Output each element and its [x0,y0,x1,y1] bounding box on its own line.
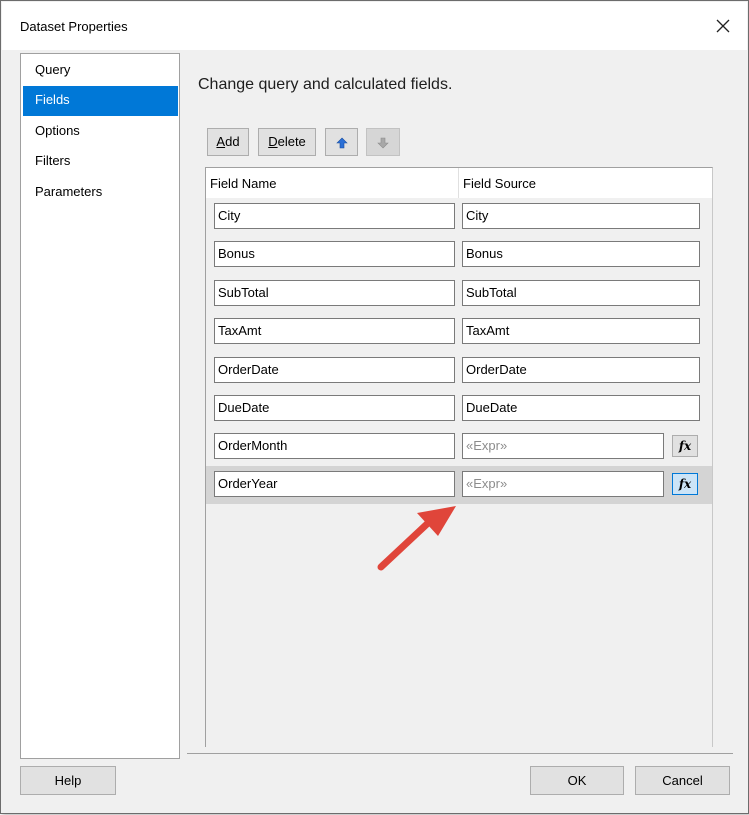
sidebar-item-parameters[interactable]: Parameters [23,178,178,208]
field-source-input[interactable]: TaxAmt [462,318,700,344]
close-button[interactable] [709,12,737,40]
ok-button[interactable]: OK [530,766,624,795]
field-source-expression[interactable]: «Expr» [462,471,664,497]
field-source-input[interactable]: Bonus [462,241,700,267]
dataset-properties-dialog: Dataset Properties Query Fields Options … [0,0,749,814]
sidebar-item-options[interactable]: Options [23,117,178,147]
field-source-input[interactable]: SubTotal [462,280,700,306]
expression-button[interactable]: fx [672,435,698,457]
cancel-button[interactable]: Cancel [635,766,730,795]
sidebar-item-query[interactable]: Query [23,56,178,86]
field-source-expression[interactable]: «Expr» [462,433,664,459]
delete-label: elete [277,134,306,149]
field-name-input[interactable]: TaxAmt [214,318,455,344]
delete-accelerator: D [268,134,278,149]
field-source-input[interactable]: DueDate [462,395,700,421]
field-source-input[interactable]: OrderDate [462,357,700,383]
column-header-field-source: Field Source [458,168,712,198]
sidebar-item-label: Query [35,62,71,77]
sidebar-item-label: Fields [35,92,70,107]
field-name-input[interactable]: OrderMonth [214,433,455,459]
add-label: dd [225,134,240,149]
add-button[interactable]: Add [207,128,249,156]
delete-button[interactable]: Delete [258,128,316,156]
sidebar-item-fields[interactable]: Fields [23,86,178,116]
arrow-down-icon [377,137,389,149]
fields-grid: Field Name Field Source City City Bonus … [205,167,713,747]
footer-divider [187,753,733,754]
field-name-input[interactable]: Bonus [214,241,455,267]
field-name-input[interactable]: DueDate [214,395,455,421]
close-icon [716,19,730,33]
help-button[interactable]: Help [20,766,116,795]
move-down-button[interactable] [366,128,400,156]
field-name-input[interactable]: City [214,203,455,229]
expression-button[interactable]: fx [672,473,698,495]
column-header-field-name: Field Name [206,168,458,198]
arrow-up-icon [335,137,348,149]
sidebar-item-label: Options [35,123,80,138]
field-name-input[interactable]: OrderYear [214,471,455,497]
title-bar: Dataset Properties [2,2,747,50]
sidebar-nav: Query Fields Options Filters Parameters [20,53,180,759]
field-name-input[interactable]: SubTotal [214,280,455,306]
sidebar-item-label: Filters [35,153,71,168]
window-title: Dataset Properties [20,19,128,34]
field-source-input[interactable]: City [462,203,700,229]
move-up-button[interactable] [325,128,358,156]
add-accelerator: A [216,134,226,149]
sidebar-item-label: Parameters [35,184,103,199]
field-name-input[interactable]: OrderDate [214,357,455,383]
page-heading: Change query and calculated fields. [198,76,453,93]
sidebar-item-filters[interactable]: Filters [23,147,178,177]
